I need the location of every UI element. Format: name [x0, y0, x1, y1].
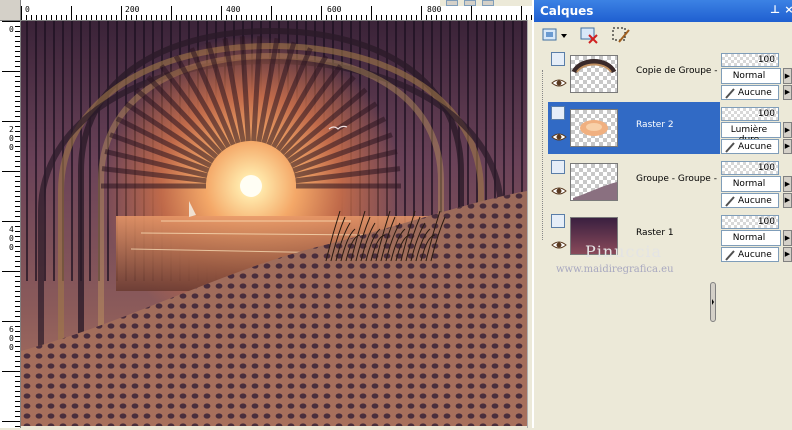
blend-mode-value: Normal	[732, 71, 766, 81]
opacity-slider[interactable]: 100	[721, 53, 779, 67]
opacity-value: 100	[757, 109, 775, 119]
ruler-label-400: 400	[226, 5, 241, 14]
blend-dropdown-arrow[interactable]: ▶	[783, 230, 792, 246]
blend-mode-select[interactable]: Normal	[721, 176, 781, 192]
minimize-button[interactable]	[446, 0, 458, 6]
edit-selection-icon	[612, 27, 630, 43]
layer-thumbnail	[570, 163, 618, 201]
watermark-url: www.maidiregrafica.eu	[556, 264, 674, 275]
mask-value: Aucune	[738, 142, 772, 152]
window-button-strip	[440, 0, 532, 6]
opacity-value: 100	[757, 55, 775, 65]
mask-select[interactable]: Aucune	[721, 85, 779, 100]
vruler-label-200-c: 0	[9, 143, 14, 152]
vruler-ticks	[2, 21, 20, 427]
blend-mode-select[interactable]: Lumière dure	[721, 122, 781, 145]
blend-mode-select[interactable]: Normal	[721, 230, 781, 246]
layer-name: Raster 1	[636, 228, 674, 238]
vruler-label-400-b: 0	[9, 234, 14, 243]
ruler-corner	[0, 0, 21, 21]
brush-icon	[725, 88, 735, 99]
image-canvas[interactable]	[21, 21, 527, 426]
layer-name: Raster 2	[636, 120, 674, 130]
mask-value: Aucune	[738, 250, 772, 260]
layer-thumbnail	[570, 109, 618, 147]
layer-name: Groupe - Groupe - Gr	[636, 174, 720, 184]
layer-props-0: 100 Normal ▶ Aucune ▶	[721, 52, 792, 104]
opacity-value: 100	[757, 217, 775, 227]
splitter-grip[interactable]	[710, 282, 716, 322]
close-icon[interactable]: ×	[782, 3, 792, 16]
blend-mode-value: Normal	[732, 233, 766, 243]
delete-layer-icon	[580, 27, 598, 44]
delete-layer-button[interactable]	[578, 25, 602, 45]
vruler-label-600-b: 0	[9, 334, 14, 343]
ruler-label-600: 600	[327, 5, 342, 14]
mask-value: Aucune	[738, 196, 772, 206]
panel-title: Calques	[540, 4, 594, 18]
layer-type-icon	[551, 52, 565, 66]
eye-icon[interactable]	[551, 78, 567, 88]
mask-select[interactable]: Aucune	[721, 193, 779, 208]
layer-type-icon	[551, 160, 565, 174]
opacity-value: 100	[757, 163, 775, 173]
mask-dropdown-arrow[interactable]: ▶	[783, 85, 792, 100]
vruler-label-200-a: 2	[9, 125, 14, 134]
artwork-image	[21, 21, 527, 426]
layer-row-copie-de-groupe[interactable]: Copie de Groupe - Co	[548, 48, 720, 100]
layers-panel: Calques ⊥ × Copie de Groupe - Raster 2 G…	[532, 0, 792, 428]
layer-thumbnail	[570, 55, 618, 93]
mask-dropdown-arrow[interactable]: ▶	[783, 247, 792, 262]
mask-dropdown-arrow[interactable]: ▶	[783, 193, 792, 208]
pin-icon[interactable]: ⊥	[768, 3, 782, 16]
vruler-label-600-a: 6	[9, 325, 14, 334]
blend-dropdown-arrow[interactable]: ▶	[783, 122, 792, 138]
brush-icon	[725, 250, 735, 261]
tree-line	[542, 70, 544, 240]
vruler-label-200-b: 0	[9, 134, 14, 143]
blend-mode-value: Normal	[732, 179, 766, 189]
edit-selection-button[interactable]	[610, 25, 634, 45]
watermark-name: Pinuccia	[585, 242, 663, 261]
blend-dropdown-arrow[interactable]: ▶	[783, 68, 792, 84]
ruler-label-0: 0	[25, 5, 30, 14]
layer-props-3: 100 Normal ▶ Aucune ▶	[721, 214, 792, 266]
eye-icon[interactable]	[551, 186, 567, 196]
eye-icon[interactable]	[551, 132, 567, 142]
ruler-label-800: 800	[427, 5, 442, 14]
panel-splitter[interactable]	[709, 46, 715, 428]
new-layer-icon	[542, 28, 567, 41]
blend-dropdown-arrow[interactable]: ▶	[783, 176, 792, 192]
panel-titlebar[interactable]: Calques ⊥ ×	[534, 0, 792, 22]
brush-icon	[725, 196, 735, 207]
layers-toolbar	[534, 22, 792, 46]
vertical-ruler: 0 2 0 0 4 0 0 6 0 0	[0, 20, 21, 428]
layer-props-1: 100 Lumière dure ▶ Aucune ▶	[721, 106, 792, 158]
opacity-slider[interactable]: 100	[721, 161, 779, 175]
brush-icon	[725, 142, 735, 153]
eye-icon[interactable]	[551, 240, 567, 250]
layer-row-groupe-groupe[interactable]: Groupe - Groupe - Gr	[548, 156, 720, 208]
mask-select[interactable]: Aucune	[721, 247, 779, 262]
vruler-label-400-c: 0	[9, 243, 14, 252]
ruler-label-200: 200	[125, 5, 140, 14]
maximize-button[interactable]	[464, 0, 476, 6]
layer-type-icon	[551, 106, 565, 120]
layer-props-2: 100 Normal ▶ Aucune ▶	[721, 160, 792, 212]
layer-row-raster-2[interactable]: Raster 2	[548, 102, 720, 154]
layer-name: Copie de Groupe - Co	[636, 66, 720, 76]
vruler-label-400-a: 4	[9, 225, 14, 234]
mask-select[interactable]: Aucune	[721, 139, 779, 154]
blend-mode-select[interactable]: Normal	[721, 68, 781, 84]
vruler-label-600-c: 0	[9, 343, 14, 352]
mask-value: Aucune	[738, 88, 772, 98]
mask-dropdown-arrow[interactable]: ▶	[783, 139, 792, 154]
vruler-label-0: 0	[9, 25, 14, 34]
opacity-slider[interactable]: 100	[721, 215, 779, 229]
opacity-slider[interactable]: 100	[721, 107, 779, 121]
new-layer-button[interactable]	[540, 25, 570, 45]
close-button[interactable]	[482, 0, 494, 6]
layer-type-icon	[551, 214, 565, 228]
